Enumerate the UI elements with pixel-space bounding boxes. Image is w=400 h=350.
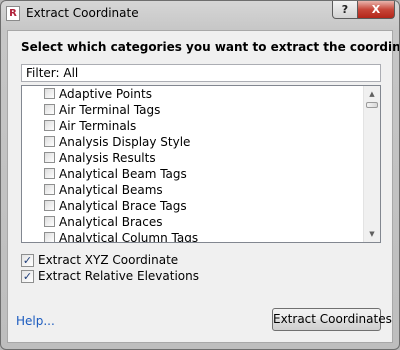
filter-box[interactable]: Filter: All — [21, 64, 381, 82]
instruction-text: Select which categories you want to extr… — [21, 40, 400, 54]
help-link[interactable]: Help... — [16, 314, 55, 328]
list-item[interactable]: Analytical Column Tags — [22, 230, 364, 243]
list-item[interactable]: Analytical Braces — [22, 214, 364, 230]
revit-app-icon: R — [6, 6, 20, 21]
category-checkbox[interactable] — [44, 88, 55, 99]
list-item[interactable]: Analysis Display Style — [22, 134, 364, 150]
category-label: Analytical Brace Tags — [59, 199, 187, 213]
extract-coordinate-dialog: R Extract Coordinate ? X Select which ca… — [0, 0, 400, 350]
scroll-down-arrow-icon[interactable]: ▼ — [364, 226, 380, 242]
list-item[interactable]: Adaptive Points — [22, 86, 364, 102]
scroll-up-arrow-icon[interactable]: ▲ — [364, 86, 380, 102]
title-bar[interactable]: R Extract Coordinate ? X — [1, 1, 399, 27]
dialog-body: Select which categories you want to extr… — [7, 30, 399, 343]
category-checkbox[interactable] — [44, 200, 55, 211]
list-item[interactable]: Air Terminal Tags — [22, 102, 364, 118]
extract-relative-elevations-label: Extract Relative Elevations — [38, 269, 199, 283]
list-item[interactable]: Air Terminals — [22, 118, 364, 134]
list-item[interactable]: Analysis Results — [22, 150, 364, 166]
category-checkbox[interactable] — [44, 216, 55, 227]
category-label: Air Terminals — [59, 119, 137, 133]
help-title-button[interactable]: ? — [332, 1, 358, 19]
category-checkbox[interactable] — [44, 168, 55, 179]
list-scrollbar[interactable]: ▲ ▼ — [363, 86, 380, 242]
extract-xyz-label: Extract XYZ Coordinate — [38, 253, 179, 267]
category-checkbox[interactable] — [44, 120, 55, 131]
category-label: Air Terminal Tags — [59, 103, 161, 117]
window-title: Extract Coordinate — [26, 6, 139, 20]
scroll-thumb[interactable] — [366, 102, 378, 108]
category-label: Analytical Beam Tags — [59, 167, 187, 181]
category-label: Analytical Beams — [59, 183, 163, 197]
category-list[interactable]: Adaptive Points Air Terminal Tags Air Te… — [21, 85, 381, 243]
extract-coordinates-button[interactable]: Extract Coordinates — [272, 308, 392, 331]
list-item[interactable]: Analytical Beams — [22, 182, 364, 198]
category-label: Analytical Column Tags — [59, 231, 199, 243]
category-label: Analysis Results — [59, 151, 156, 165]
extract-relative-elevations-checkbox[interactable]: ✓ — [21, 270, 34, 283]
category-checkbox[interactable] — [44, 152, 55, 163]
category-checkbox[interactable] — [44, 136, 55, 147]
extract-xyz-checkbox[interactable]: ✓ — [21, 254, 34, 267]
category-label: Analytical Braces — [59, 215, 163, 229]
list-item[interactable]: Analytical Brace Tags — [22, 198, 364, 214]
category-list-items: Adaptive Points Air Terminal Tags Air Te… — [22, 86, 364, 243]
category-checkbox[interactable] — [44, 104, 55, 115]
category-checkbox[interactable] — [44, 184, 55, 195]
close-button[interactable]: X — [357, 1, 395, 19]
category-label: Analysis Display Style — [59, 135, 191, 149]
list-item[interactable]: Analytical Beam Tags — [22, 166, 364, 182]
category-checkbox[interactable] — [44, 232, 55, 242]
category-label: Adaptive Points — [59, 87, 152, 101]
